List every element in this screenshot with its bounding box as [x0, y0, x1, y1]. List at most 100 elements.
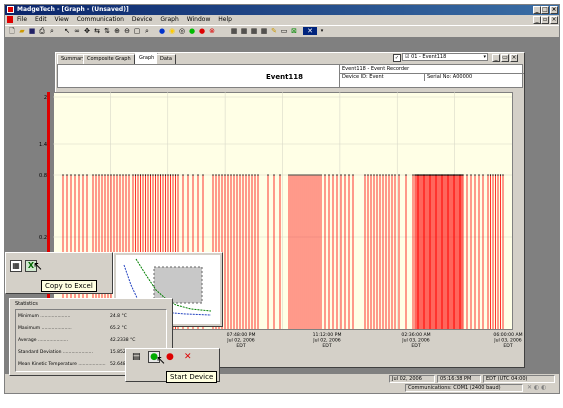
save-icon[interactable]: ■: [28, 27, 36, 35]
event-marker: [489, 174, 492, 176]
menu-graph[interactable]: Graph: [160, 16, 178, 23]
note-icon[interactable]: ✎: [270, 27, 278, 35]
menu-help[interactable]: Help: [218, 16, 232, 23]
event-marker: [436, 174, 438, 176]
serial-number: Serial No: A00000: [427, 74, 473, 80]
event-marker: [419, 174, 421, 176]
event-marker: [367, 174, 369, 176]
event-marker: [458, 174, 460, 176]
series-minimize-button[interactable]: _: [492, 54, 500, 62]
event-marker: [233, 174, 235, 176]
excel-icon[interactable]: ⊠: [290, 27, 298, 35]
stop-device-icon[interactable]: ●: [166, 352, 174, 362]
tab-graph[interactable]: Graph: [135, 53, 159, 64]
tab-data[interactable]: Data: [156, 54, 176, 64]
event-marker: [448, 174, 450, 176]
event-marker: [257, 174, 259, 176]
read-data-icon[interactable]: ▤: [132, 352, 141, 362]
child-close-button[interactable]: ×: [550, 16, 558, 24]
x-tick-label: Jul 03, 2006: [493, 338, 522, 344]
table-icon-3[interactable]: ▦: [250, 27, 258, 35]
series-close-button[interactable]: ×: [510, 54, 518, 62]
menu-window[interactable]: Window: [187, 16, 211, 23]
event-marker: [316, 174, 318, 176]
event-marker: [248, 174, 250, 176]
zoom-out-icon[interactable]: ⊖: [123, 27, 131, 35]
table-icon-4[interactable]: ▦: [260, 27, 268, 35]
event-marker: [162, 174, 164, 176]
cancel-device-icon[interactable]: ✕: [184, 352, 192, 362]
cancel-icon[interactable]: ⊗: [208, 27, 216, 35]
open-icon[interactable]: ▰: [18, 27, 26, 35]
child-minimize-button[interactable]: _: [533, 16, 541, 24]
event-marker: [438, 174, 440, 176]
event-marker: [254, 174, 256, 176]
event-marker: [273, 174, 275, 176]
event-marker: [437, 174, 439, 176]
new-icon[interactable]: 🗋: [8, 27, 16, 35]
event-marker: [149, 174, 152, 176]
event-marker: [66, 174, 68, 176]
zoom-x-icon[interactable]: ⇆: [93, 27, 101, 35]
print-preview-icon[interactable]: ⌕: [48, 27, 56, 35]
event-marker: [306, 174, 308, 176]
event-marker: [398, 174, 400, 176]
print-icon[interactable]: ⎙: [38, 27, 46, 35]
read-device-icon[interactable]: ◉: [168, 27, 176, 35]
flag-icon[interactable]: ✕: [303, 27, 317, 35]
event-marker: [440, 174, 442, 176]
zoom-box-icon[interactable]: ▢: [133, 27, 141, 35]
event-marker: [267, 174, 269, 176]
menu-edit[interactable]: Edit: [35, 16, 47, 23]
event-marker: [192, 174, 194, 176]
minimize-button[interactable]: _: [533, 6, 541, 14]
event-marker: [182, 174, 184, 176]
zoom-in-icon[interactable]: ⊕: [113, 27, 121, 35]
event-marker: [414, 174, 416, 176]
status-communications: Communications: COM1 (2400 baud): [405, 384, 523, 392]
zoom-reset-icon[interactable]: ⌕: [143, 27, 151, 35]
x-tick-label: EDT: [236, 343, 245, 349]
menu-communication[interactable]: Communication: [77, 16, 124, 23]
event-marker: [391, 174, 393, 176]
event-marker: [202, 174, 204, 176]
help-icon[interactable]: ●: [158, 27, 166, 35]
table-icon-1[interactable]: ▦: [230, 27, 238, 35]
x-tick-label: 06:00:00 AM: [493, 332, 522, 338]
event-marker: [197, 174, 199, 176]
event-marker: [310, 174, 312, 176]
child-restore-button[interactable]: ▫: [541, 16, 549, 24]
grid-icon[interactable]: ▦: [10, 260, 22, 272]
excel-tool-panel: ▦ X ↖ Copy to Excel: [5, 252, 113, 294]
event-marker: [95, 174, 97, 176]
series-dropdown[interactable]: ☑ 01 - Event118 ▾: [402, 53, 488, 61]
record-icon[interactable]: ◎: [178, 27, 186, 35]
event-marker: [446, 174, 448, 176]
start-icon[interactable]: ●: [188, 27, 196, 35]
close-button[interactable]: ×: [550, 6, 558, 14]
menu-device[interactable]: Device: [132, 16, 153, 23]
window-icon[interactable]: ▭: [280, 27, 288, 35]
pan-icon[interactable]: ✥: [83, 27, 91, 35]
menu-view[interactable]: View: [55, 16, 69, 23]
copy-to-excel-tooltip: Copy to Excel: [41, 280, 97, 292]
stop-icon[interactable]: ●: [198, 27, 206, 35]
event-marker: [86, 174, 88, 176]
event-marker: [324, 174, 326, 176]
maximize-button[interactable]: □: [541, 6, 549, 14]
event-marker: [62, 174, 64, 176]
table-icon-2[interactable]: ▦: [240, 27, 248, 35]
series-restore-button[interactable]: ▭: [501, 54, 509, 62]
series-checkbox[interactable]: ✓: [393, 54, 401, 62]
event-marker: [98, 174, 100, 176]
zoom-y-icon[interactable]: ⇅: [103, 27, 111, 35]
event-marker: [292, 174, 294, 176]
statistics-title: Statistics: [15, 301, 38, 307]
menu-file[interactable]: File: [17, 16, 27, 23]
event-marker: [439, 174, 441, 176]
zoom-all-icon[interactable]: ∞: [73, 27, 81, 35]
tab-composite-graph[interactable]: Composite Graph: [83, 54, 135, 64]
event-marker: [227, 174, 229, 176]
chevron-down-icon[interactable]: ▾: [318, 27, 326, 35]
cursor-icon[interactable]: ↖: [63, 27, 71, 35]
